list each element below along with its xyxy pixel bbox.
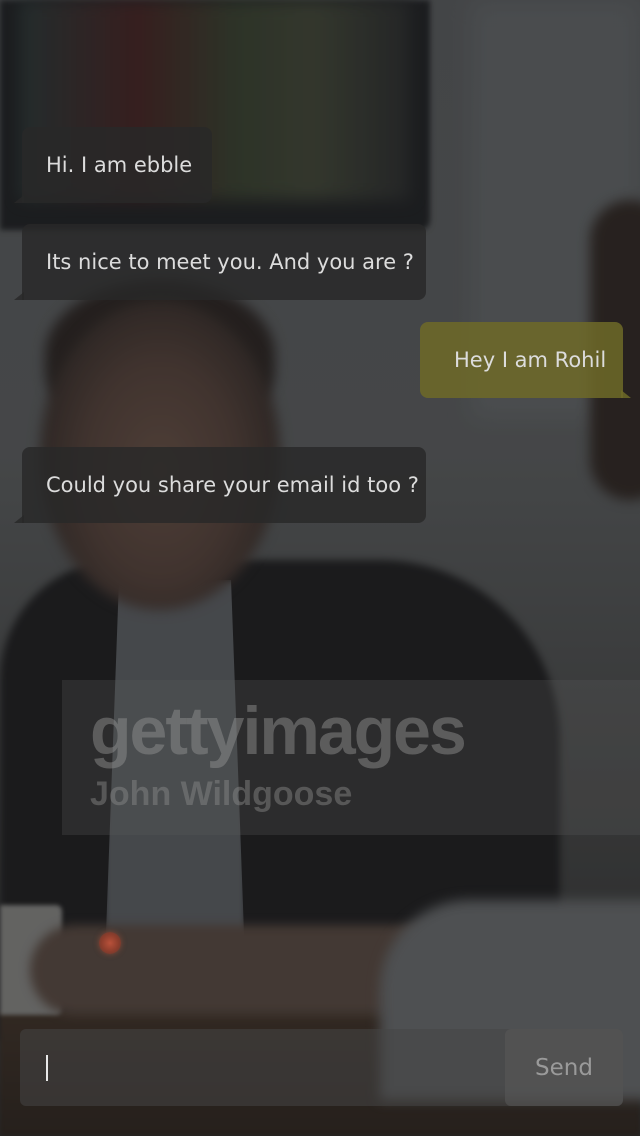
watermark-credit: John Wildgoose bbox=[90, 775, 353, 813]
message-text: Its nice to meet you. And you are ? bbox=[46, 250, 414, 274]
chat-screen: gettyimages John Wildgoose Hi. I am ebbl… bbox=[0, 0, 640, 1136]
bot-message-bubble: Could you share your email id too ? bbox=[14, 447, 426, 523]
text-cursor bbox=[46, 1055, 48, 1081]
message-text: Hey I am Rohil bbox=[454, 348, 607, 372]
bot-message-bubble: Its nice to meet you. And you are ? bbox=[14, 224, 426, 300]
message-input[interactable] bbox=[20, 1029, 505, 1106]
message-text: Could you share your email id too ? bbox=[46, 473, 419, 497]
user-message-bubble: Hey I am Rohil bbox=[420, 322, 631, 398]
record-indicator-icon bbox=[99, 932, 121, 954]
message-composer: Send bbox=[20, 1029, 623, 1106]
watermark-brand: gettyimages bbox=[90, 693, 467, 769]
send-button[interactable]: Send bbox=[505, 1029, 623, 1106]
bot-message-bubble: Hi. I am ebble bbox=[14, 127, 212, 203]
message-text: Hi. I am ebble bbox=[46, 153, 193, 177]
watermark: gettyimages John Wildgoose bbox=[62, 680, 640, 835]
